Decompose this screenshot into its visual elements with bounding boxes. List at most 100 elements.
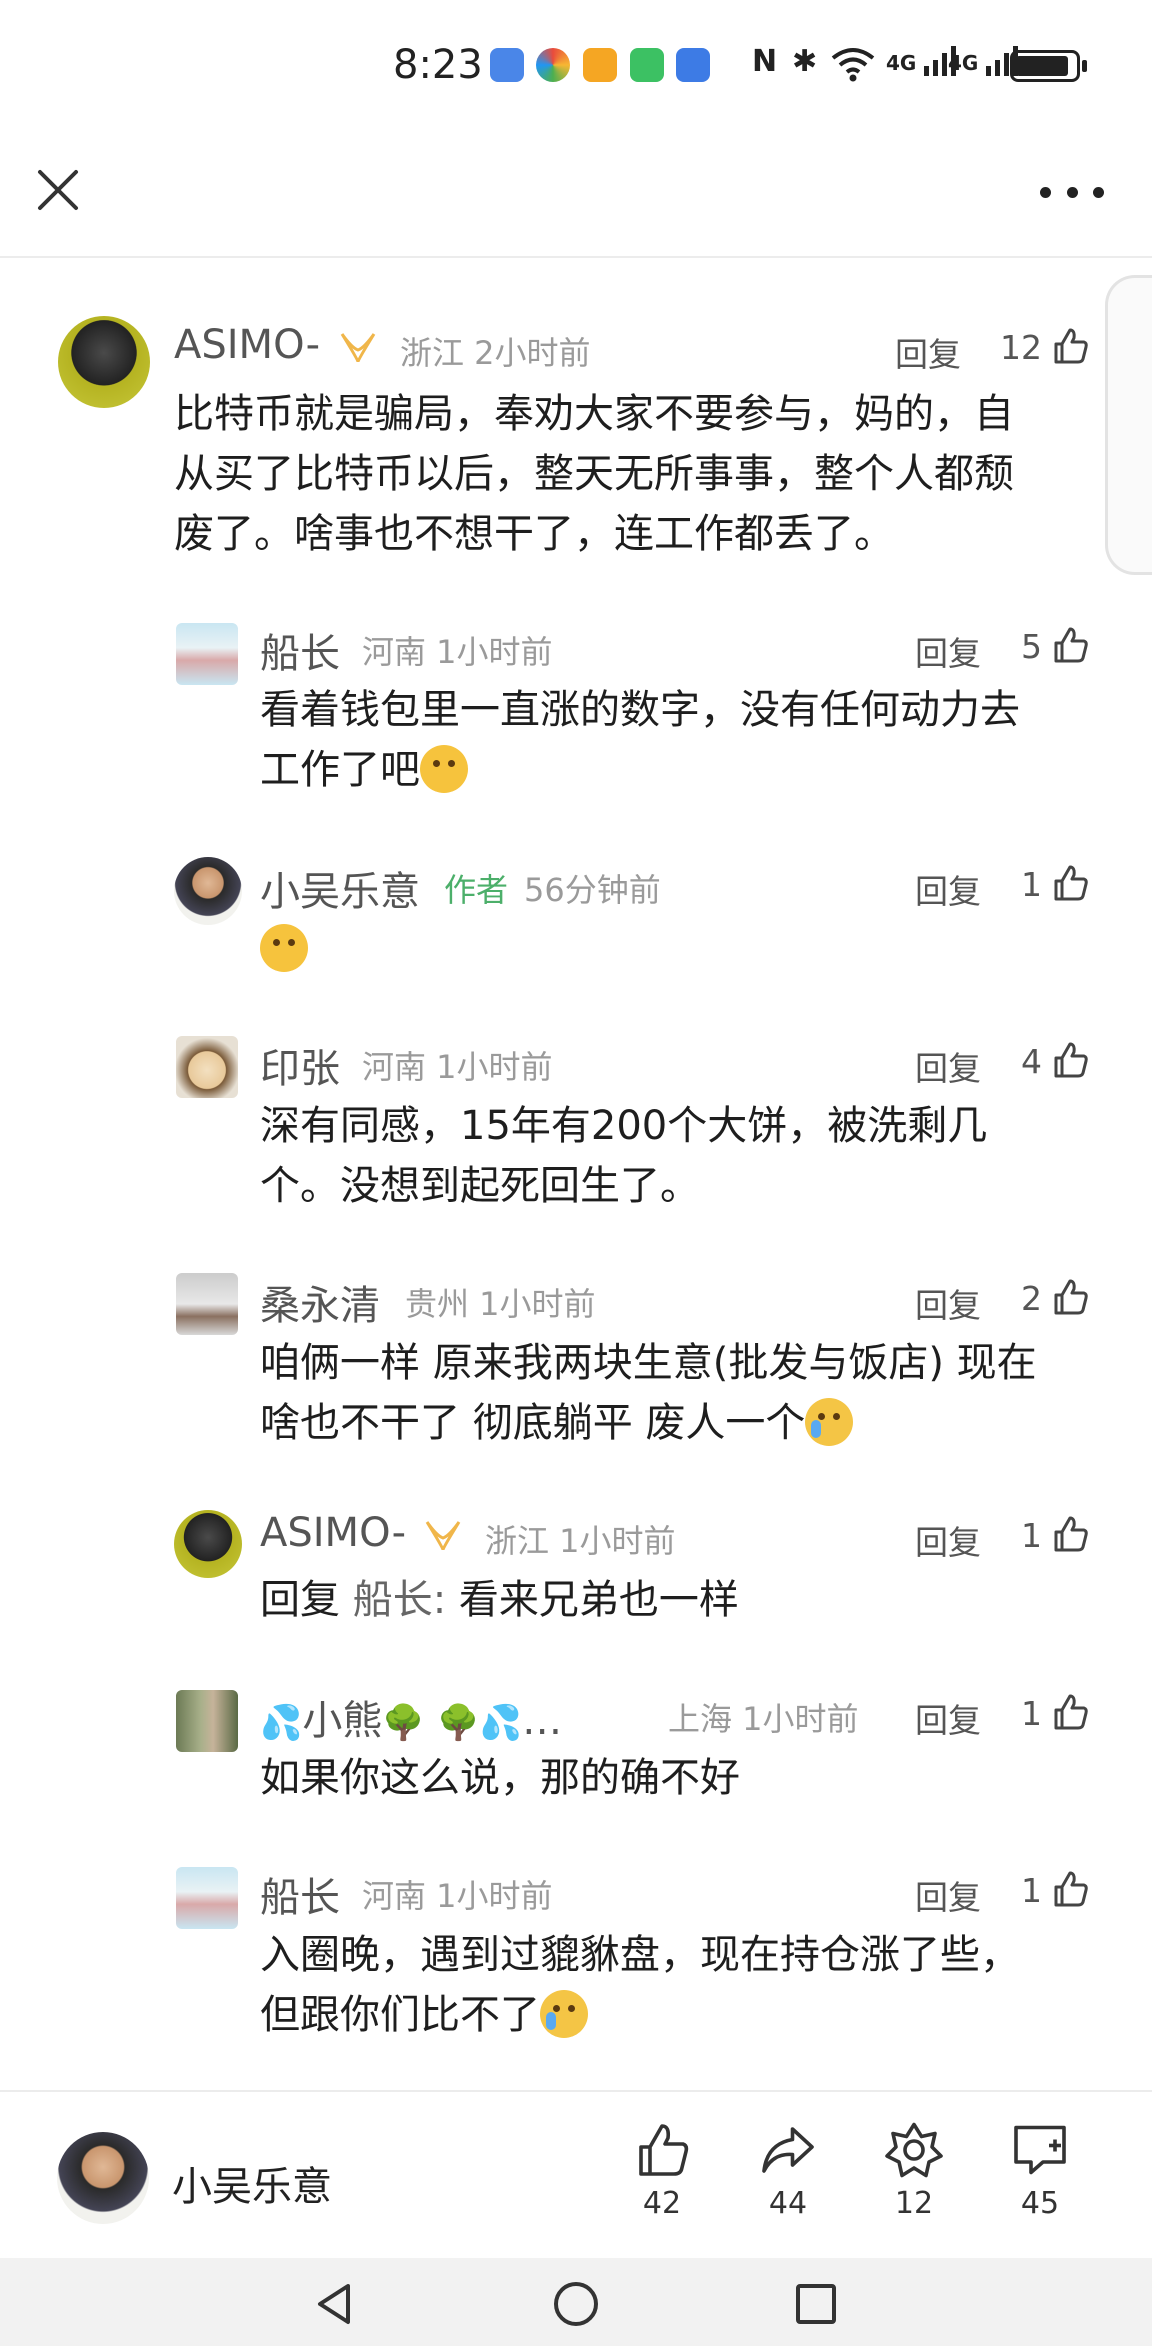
comment-author-name[interactable]: 桑永清 <box>260 1273 380 1331</box>
bluetooth-icon: ✱ <box>792 44 818 79</box>
battery-tip <box>1082 60 1087 72</box>
comment-line: 个。没想到起死回生了。 <box>260 1163 700 1209</box>
reply-button[interactable]: 回复 <box>915 1694 981 1742</box>
reply-button[interactable]: 回复 <box>915 865 981 913</box>
avatar[interactable] <box>176 1036 238 1098</box>
comment-text: 如果你这么说，那的确不好 <box>260 1748 1100 1808</box>
app-notification-icon <box>490 48 524 82</box>
reply-button[interactable]: 回复 <box>895 328 961 376</box>
favorite-button[interactable]: 12 <box>864 2120 964 2240</box>
comment-author-name[interactable]: 小吴乐意 <box>260 859 420 917</box>
avatar[interactable] <box>176 1690 238 1752</box>
thumbs-up-icon[interactable] <box>1050 1277 1090 1317</box>
comment-line: 深有同感，15年有200个大饼，被洗剩几 <box>260 1103 988 1149</box>
thumbs-up-icon[interactable] <box>1050 625 1090 665</box>
comment-meta: 56分钟前 <box>524 871 661 909</box>
share-icon <box>762 2127 814 2173</box>
comment-author-name[interactable]: ASIMO- <box>174 322 320 368</box>
app-notification-icon <box>536 48 570 82</box>
crying-emoji-icon <box>805 1398 854 1446</box>
comment-author-name[interactable]: 船长 <box>260 621 340 679</box>
close-button[interactable] <box>30 162 86 218</box>
thumbs-up-icon[interactable] <box>1050 1869 1090 1909</box>
comment-line-text: 啥也不干了 彻底躺平 废人一个 <box>260 1400 806 1446</box>
comment-count: 45 <box>1020 2186 1060 2221</box>
like-count: 42 <box>642 2186 682 2221</box>
thumbs-up-icon[interactable] <box>1050 1040 1090 1080</box>
bottom-action-bar: 小吴乐意 42 44 12 45 <box>0 2090 1152 2258</box>
like-count[interactable]: 2 <box>996 1279 1042 1318</box>
battery-icon <box>1010 50 1080 82</box>
comment-meta: 河南 1小时前 <box>362 1877 553 1915</box>
comment-button[interactable]: 45 <box>990 2120 1090 2240</box>
reply-mention[interactable]: 船长: <box>353 1577 446 1623</box>
back-nav-icon[interactable] <box>312 2280 356 2328</box>
like-count[interactable]: 1 <box>996 1871 1042 1910</box>
comment-author-name[interactable]: ASIMO- <box>260 1510 406 1556</box>
comment-author-name[interactable]: 印张 <box>260 1036 340 1094</box>
close-icon <box>38 170 78 210</box>
more-dot <box>1093 186 1104 198</box>
reply-button[interactable]: 回复 <box>915 627 981 675</box>
comment-meta: 浙江 1小时前 <box>485 1522 676 1560</box>
droplet-icon: 💦 <box>260 1703 303 1743</box>
comment-meta: 浙江 2小时前 <box>400 334 591 372</box>
share-count: 44 <box>768 2186 808 2221</box>
sweat-smile-emoji-icon <box>540 1990 588 2038</box>
thumbs-up-icon[interactable] <box>1050 863 1090 903</box>
comment-text: 入圈晚，遇到过貔貅盘，现在持仓涨了些， 但跟你们比不了 <box>260 1925 1120 2045</box>
author-name[interactable]: 小吴乐意 <box>172 2154 332 2212</box>
comment-author-name[interactable]: 💦小熊🌳 🌳💦… <box>260 1688 562 1746</box>
nfc-icon: N <box>752 44 778 79</box>
signal-icon: 4G <box>886 44 957 84</box>
like-count[interactable]: 12 <box>996 328 1042 367</box>
thumbs-up-icon[interactable] <box>1050 326 1090 366</box>
like-count[interactable]: 5 <box>996 627 1042 666</box>
weibo-icon <box>583 48 617 82</box>
reply-button[interactable]: 回复 <box>915 1871 981 1919</box>
wifi-icon <box>830 44 876 84</box>
comment-text: 咱俩一样 原来我两块生意(批发与饭店) 现在 啥也不干了 彻底躺平 废人一个 <box>260 1333 1120 1453</box>
avatar[interactable] <box>174 857 242 925</box>
name-ellipsis: … <box>522 1698 563 1744</box>
thumbs-up-icon[interactable] <box>1050 1514 1090 1554</box>
avatar[interactable] <box>174 1510 242 1578</box>
comment-author-name[interactable]: 船长 <box>260 1865 340 1923</box>
comment-author-name-text: 小熊 <box>302 1698 383 1744</box>
network-type-label: 4G <box>948 51 979 75</box>
reply-button[interactable]: 回复 <box>915 1042 981 1090</box>
thumbs-up-icon[interactable] <box>1050 1692 1090 1732</box>
tree-icon: 🌳 <box>437 1703 480 1743</box>
author-avatar[interactable] <box>57 2132 149 2224</box>
tear <box>811 1420 822 1438</box>
like-count[interactable]: 1 <box>996 865 1042 904</box>
like-count[interactable]: 1 <box>996 1694 1042 1733</box>
like-count[interactable]: 4 <box>996 1042 1042 1081</box>
avatar[interactable] <box>176 1867 238 1929</box>
home-nav-icon[interactable] <box>552 2280 600 2328</box>
comment-meta: 河南 1小时前 <box>362 633 553 671</box>
like-button[interactable]: 42 <box>612 2120 712 2240</box>
more-options-button[interactable] <box>1040 167 1104 217</box>
reply-button[interactable]: 回复 <box>915 1279 981 1327</box>
tear <box>546 2012 556 2030</box>
like-count[interactable]: 1 <box>996 1516 1042 1555</box>
droplet-icon: 💦 <box>479 1703 523 1743</box>
avatar[interactable] <box>58 316 150 408</box>
author-tag: 作者 <box>444 871 509 909</box>
reply-button[interactable]: 回复 <box>915 1516 981 1564</box>
comment-line-text: 看来兄弟也一样 <box>458 1577 739 1623</box>
badge-icon <box>340 333 376 363</box>
comment-line: 从买了比特币以后，整天无所事事，整个人都颓 <box>174 451 1014 497</box>
side-drawer-handle[interactable] <box>1105 275 1152 575</box>
comment-line-text: 但跟你们比不了 <box>260 1992 540 2038</box>
avatar[interactable] <box>176 1273 238 1335</box>
more-dot <box>1066 186 1078 198</box>
comment-line: 咱俩一样 原来我两块生意(批发与饭店) 现在 <box>260 1340 1037 1386</box>
reply-prefix: 回复 <box>260 1577 340 1623</box>
recents-nav-icon[interactable] <box>794 2282 838 2326</box>
share-button[interactable]: 44 <box>738 2120 838 2240</box>
avatar[interactable] <box>176 623 238 685</box>
system-nav-bar <box>0 2258 1152 2346</box>
comment-line: 入圈晚，遇到过貔貅盘，现在持仓涨了些， <box>260 1932 1020 1978</box>
